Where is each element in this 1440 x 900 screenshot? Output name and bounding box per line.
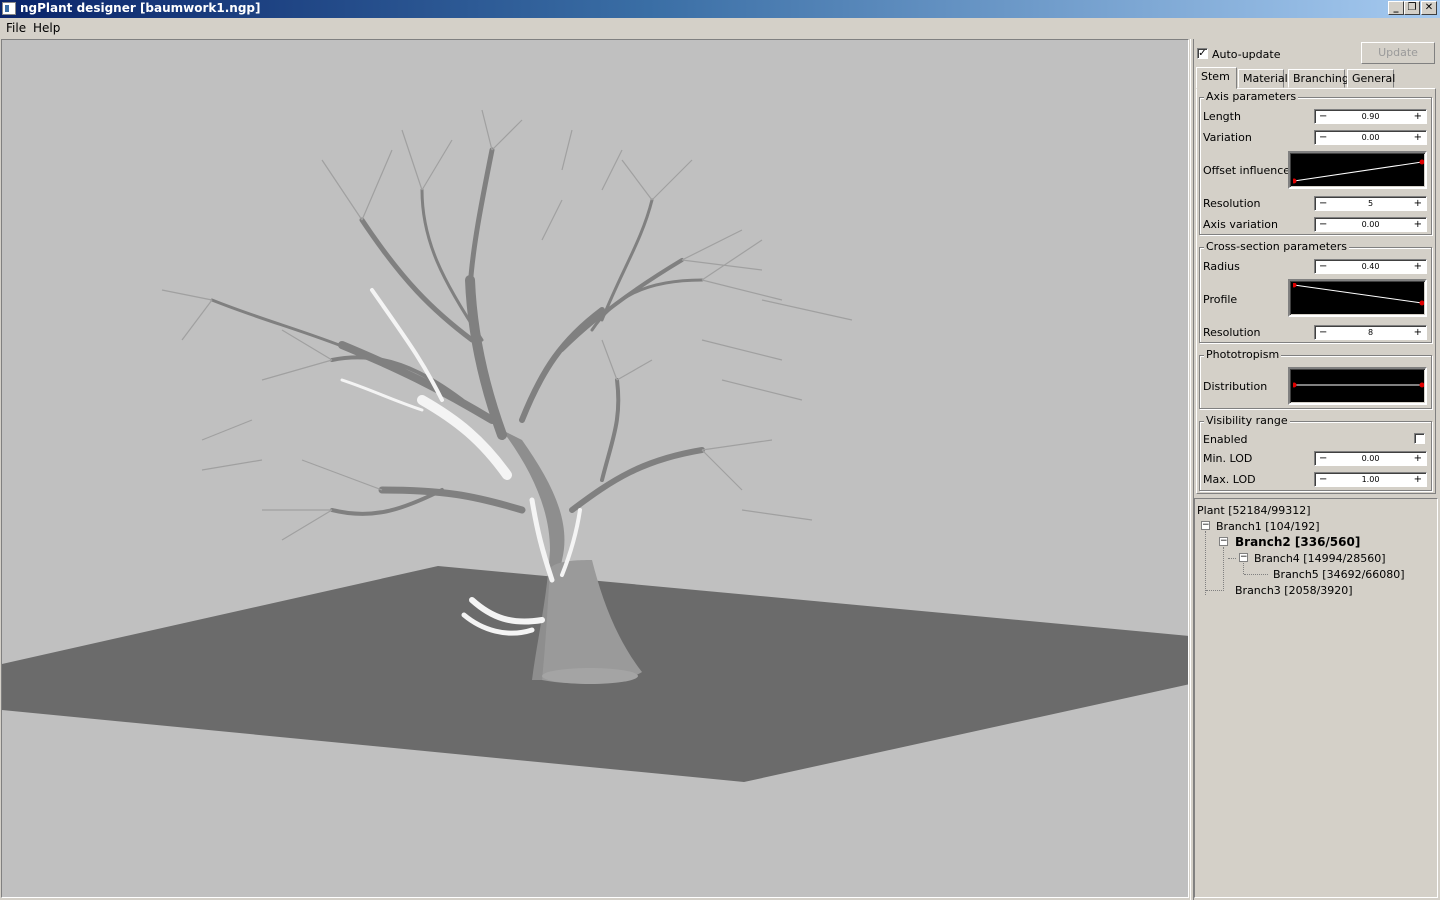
offset-influence-label: Offset influence (1203, 164, 1291, 177)
spin-value[interactable]: 5 (1315, 199, 1426, 208)
max-lod-label: Max. LOD (1203, 473, 1256, 486)
expander-minus-icon[interactable]: − (1219, 537, 1228, 546)
distribution-label: Distribution (1203, 380, 1268, 393)
profile-curve[interactable] (1288, 279, 1427, 317)
restore-icon[interactable]: ❐ (1404, 1, 1420, 15)
checkmark-icon: ✓ (1198, 48, 1207, 59)
spin-value[interactable]: 0.90 (1315, 112, 1426, 121)
tree-node-branch5[interactable]: Branch5 [34692/66080] (1273, 568, 1405, 581)
max-lod-spinbox[interactable]: − 1.00 + (1314, 472, 1427, 487)
enabled-checkbox[interactable] (1414, 433, 1425, 444)
title-bar: ngPlant designer [baumwork1.ngp] _ ❐ ✕ (0, 0, 1440, 18)
length-label: Length (1203, 110, 1241, 123)
axis-parameters-title: Axis parameters (1204, 90, 1299, 103)
auto-update-label: Auto-update (1212, 48, 1281, 61)
expander-minus-icon[interactable]: − (1239, 553, 1248, 562)
3d-viewport[interactable] (1, 39, 1189, 898)
menu-bar: File Help (0, 18, 1440, 38)
variation-spinbox[interactable]: − 0.00 + (1314, 130, 1427, 145)
radius-label: Radius (1203, 260, 1240, 273)
tab-stem[interactable]: Stem (1196, 67, 1237, 89)
curve-point (1293, 283, 1297, 288)
length-spinbox[interactable]: − 0.90 + (1314, 109, 1427, 124)
visibility-range-title: Visibility range (1204, 414, 1290, 427)
menu-file[interactable]: File (6, 21, 26, 35)
resolution-label: Resolution (1203, 197, 1261, 210)
spin-value[interactable]: 0.00 (1315, 220, 1426, 229)
increment-button[interactable]: + (1414, 261, 1422, 272)
min-lod-spinbox[interactable]: − 0.00 + (1314, 451, 1427, 466)
cross-resolution-label: Resolution (1203, 326, 1261, 339)
menu-help[interactable]: Help (33, 21, 60, 35)
tab-material[interactable]: Material (1238, 69, 1288, 88)
update-button[interactable]: Update (1361, 42, 1435, 64)
app-icon[interactable] (2, 2, 16, 15)
increment-button[interactable]: + (1414, 198, 1422, 209)
curve-point (1419, 300, 1424, 306)
minimize-icon[interactable]: _ (1388, 1, 1404, 15)
expander-minus-icon[interactable]: − (1201, 521, 1210, 530)
curve-point (1293, 178, 1297, 184)
cross-resolution-spinbox[interactable]: − 8 + (1314, 325, 1427, 340)
tree-node-branch3[interactable]: Branch3 [2058/3920] (1235, 584, 1353, 597)
window-title: ngPlant designer [baumwork1.ngp] (20, 1, 261, 15)
profile-label: Profile (1203, 293, 1238, 306)
tree-node-branch4[interactable]: Branch4 [14994/28560] (1254, 552, 1386, 565)
curve-point (1293, 382, 1297, 388)
offset-influence-curve[interactable] (1288, 151, 1427, 189)
increment-button[interactable]: + (1414, 132, 1422, 143)
increment-button[interactable]: + (1414, 219, 1422, 230)
increment-button[interactable]: + (1414, 111, 1422, 122)
spin-value[interactable]: 0.00 (1315, 454, 1426, 463)
radius-spinbox[interactable]: − 0.40 + (1314, 259, 1427, 274)
axis-variation-label: Axis variation (1203, 218, 1278, 231)
spin-value[interactable]: 0.00 (1315, 133, 1426, 142)
tree-node-branch1[interactable]: Branch1 [104/192] (1216, 520, 1320, 533)
phototropism-title: Phototropism (1204, 348, 1282, 361)
distribution-curve[interactable] (1288, 367, 1427, 405)
spin-value[interactable]: 0.40 (1315, 262, 1426, 271)
min-lod-label: Min. LOD (1203, 452, 1253, 465)
curve-point (1419, 159, 1424, 165)
enabled-label: Enabled (1203, 433, 1248, 446)
tab-general[interactable]: General (1347, 69, 1395, 88)
increment-button[interactable]: + (1414, 327, 1422, 338)
plant-render (2, 109, 1188, 782)
increment-button[interactable]: + (1414, 474, 1422, 485)
variation-label: Variation (1203, 131, 1252, 144)
curve-point (1419, 382, 1424, 388)
tree-node-plant[interactable]: Plant [52184/99312] (1197, 504, 1311, 517)
spin-value[interactable]: 8 (1315, 328, 1426, 337)
axis-variation-spinbox[interactable]: − 0.00 + (1314, 217, 1427, 232)
tab-branching[interactable]: Branching (1288, 69, 1349, 88)
spin-value[interactable]: 1.00 (1315, 475, 1426, 484)
resolution-spinbox[interactable]: − 5 + (1314, 196, 1427, 211)
cross-section-title: Cross-section parameters (1204, 240, 1350, 253)
increment-button[interactable]: + (1414, 453, 1422, 464)
tree-node-branch2[interactable]: Branch2 [336/560] (1235, 535, 1360, 549)
close-icon[interactable]: ✕ (1421, 1, 1437, 15)
auto-update-checkbox[interactable]: ✓ (1197, 48, 1208, 59)
